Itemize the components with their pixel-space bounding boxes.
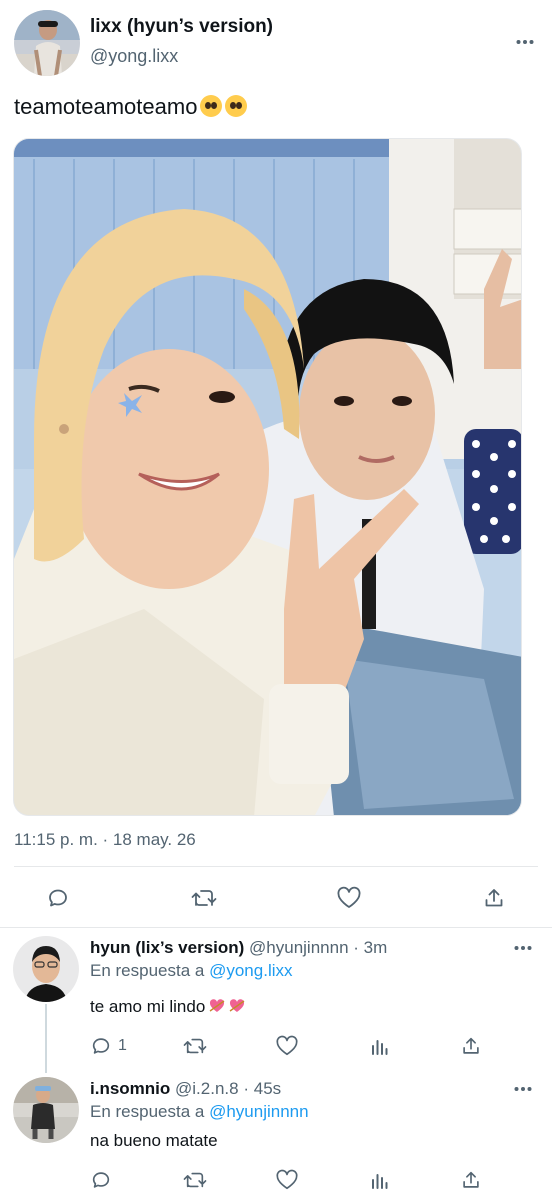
retweet-icon <box>183 1038 207 1054</box>
reply-header: i.nsomnio @i.2.n.8 · 45s <box>90 1079 281 1099</box>
reply-context: En respuesta a @hyunjinnnn <box>90 1102 309 1122</box>
like-button[interactable] <box>275 1166 299 1194</box>
reply-text: te amo mi lindo <box>90 997 245 1017</box>
reply-count: 1 <box>118 1037 127 1054</box>
tweet-text-content: teamoteamoteamo <box>14 94 198 119</box>
reply-avatar[interactable] <box>13 1077 79 1143</box>
tweet-text: teamoteamoteamo <box>14 94 248 120</box>
share-button[interactable] <box>460 1032 482 1060</box>
divider <box>14 866 538 867</box>
separator: · <box>353 938 359 957</box>
reply-icon <box>92 1038 110 1054</box>
like-icon <box>276 1169 298 1190</box>
reply-avatar[interactable] <box>13 936 79 1002</box>
share-button[interactable] <box>482 884 506 912</box>
reply-time[interactable]: 3m <box>364 938 388 957</box>
author-row: lixx (hyun’s version) @yong.lixx <box>14 10 538 76</box>
reply-icon <box>49 889 67 907</box>
reply-text-content: te amo mi lindo <box>90 997 206 1016</box>
reply-text: na bueno matate <box>90 1131 218 1150</box>
heart-with-arrow-emoji <box>209 998 225 1012</box>
share-icon <box>463 1171 479 1188</box>
share-icon <box>485 889 503 907</box>
reply-button[interactable] <box>46 884 70 912</box>
like-icon <box>276 1035 298 1056</box>
reply-header: hyun (lix’s version) @hyunjinnnn · 3m <box>90 938 387 958</box>
share-icon <box>463 1037 479 1054</box>
reply-author-name[interactable]: i.nsomnio <box>90 1079 170 1098</box>
reply-time[interactable]: 45s <box>254 1079 281 1098</box>
like-button[interactable] <box>275 1032 299 1060</box>
pleading-face-emoji <box>225 95 248 117</box>
share-button[interactable] <box>460 1166 482 1194</box>
more-dots-icon[interactable] <box>514 31 536 53</box>
reply-to-link[interactable]: @hyunjinnnn <box>209 1102 309 1121</box>
pleading-face-emoji <box>200 95 223 117</box>
reply-tweet[interactable]: hyun (lix’s version) @hyunjinnnn · 3m En… <box>0 928 552 1073</box>
analytics-icon <box>372 1040 388 1055</box>
reply-author-handle[interactable]: @i.2.n.8 <box>175 1079 239 1098</box>
reply-context-prefix: En respuesta a <box>90 961 205 980</box>
analytics-button[interactable] <box>369 1032 391 1060</box>
separator: · <box>243 1079 249 1098</box>
more-dots-icon[interactable] <box>512 937 534 959</box>
tweet-actions <box>0 880 552 920</box>
tweet-photo[interactable] <box>13 138 522 816</box>
retweet-icon <box>183 1172 207 1188</box>
reply-actions <box>0 1166 552 1200</box>
retweet-icon <box>191 890 217 906</box>
reply-author-handle[interactable]: @hyunjinnnn <box>249 938 349 957</box>
reply-tweet[interactable]: i.nsomnio @i.2.n.8 · 45s En respuesta a … <box>0 1073 552 1200</box>
reply-context-prefix: En respuesta a <box>90 1102 205 1121</box>
tweet-timestamp[interactable]: 11:15 p. m. · 18 may. 26 <box>14 830 196 850</box>
retweet-button[interactable] <box>182 1166 208 1194</box>
analytics-icon <box>372 1174 388 1189</box>
heart-with-arrow-emoji <box>229 998 245 1012</box>
more-dots-icon[interactable] <box>512 1078 534 1100</box>
reply-button[interactable] <box>90 1166 112 1194</box>
retweet-button[interactable] <box>190 884 218 912</box>
reply-icon <box>92 1172 110 1188</box>
reply-author-name[interactable]: hyun (lix’s version) <box>90 938 244 957</box>
author-handle[interactable]: @yong.lixx <box>90 46 178 67</box>
reply-button[interactable]: 1 <box>90 1032 127 1060</box>
author-name[interactable]: lixx (hyun’s version) <box>90 16 273 38</box>
like-button[interactable] <box>336 884 362 912</box>
like-icon <box>337 886 361 908</box>
reply-context: En respuesta a @yong.lixx <box>90 961 293 981</box>
retweet-button[interactable] <box>182 1032 208 1060</box>
author-avatar[interactable] <box>14 10 80 76</box>
reply-to-link[interactable]: @yong.lixx <box>209 961 292 980</box>
reply-actions: 1 <box>0 1032 552 1072</box>
analytics-button[interactable] <box>369 1166 391 1194</box>
